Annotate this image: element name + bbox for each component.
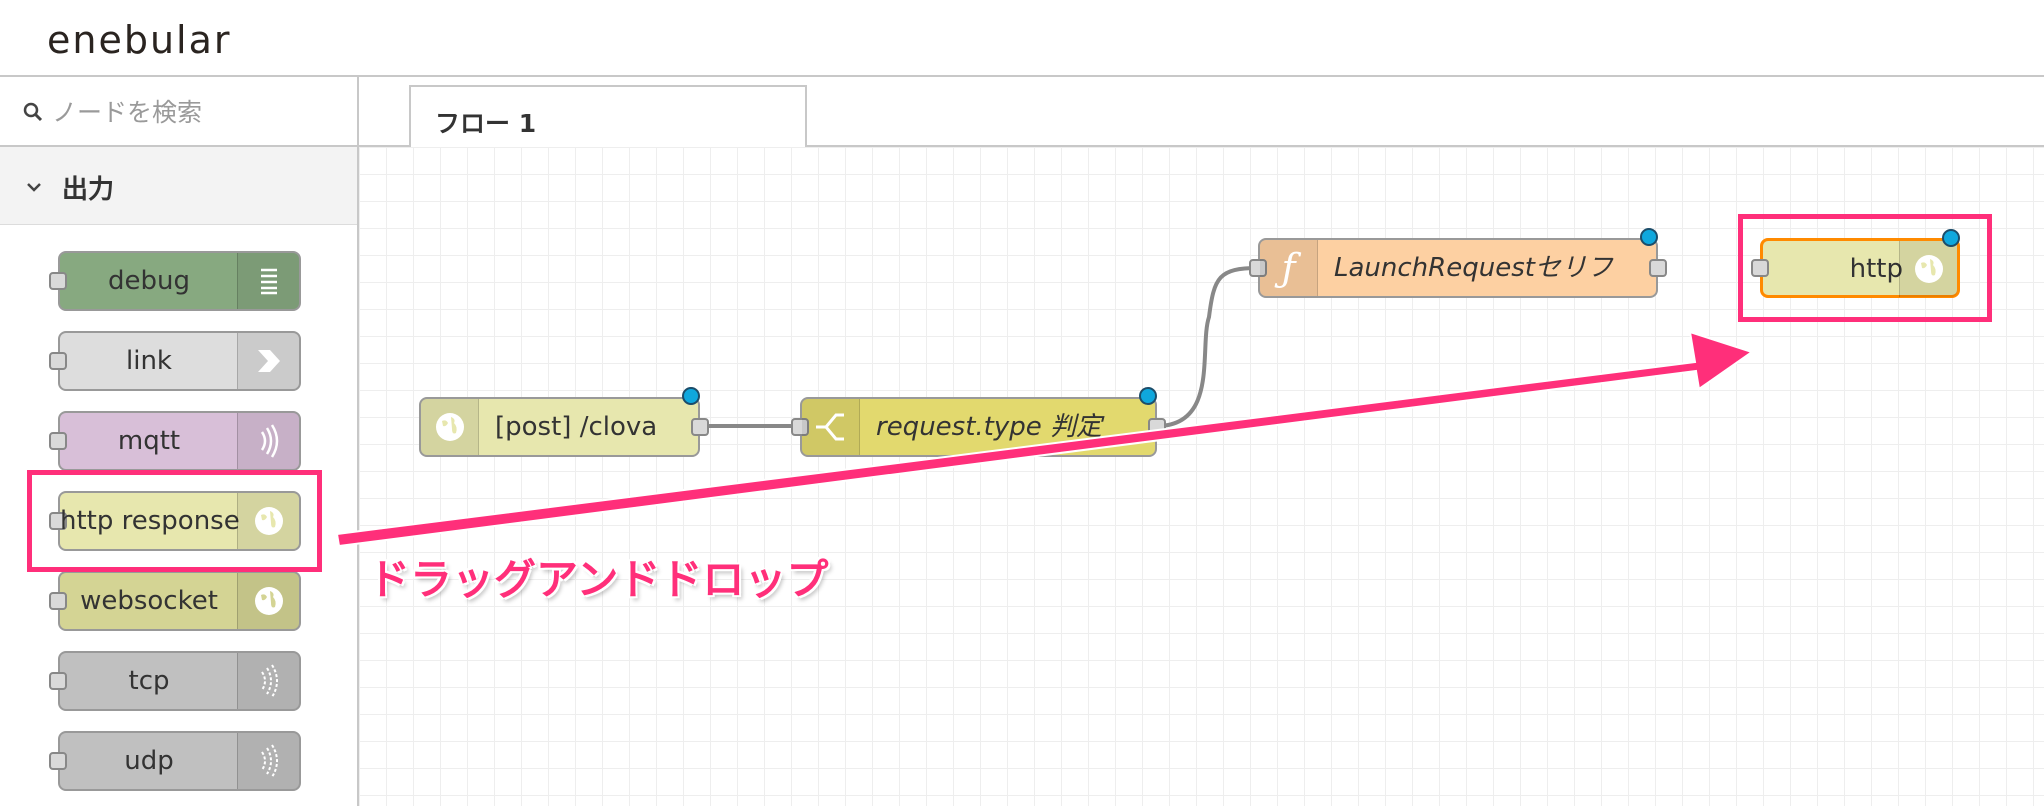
output-port[interactable] <box>1148 418 1166 436</box>
palette-node-mqtt[interactable]: mqtt <box>49 411 301 471</box>
palette-node-debug[interactable]: debug <box>49 251 301 311</box>
drag-and-drop-caption: ドラッグアンドドロップ <box>368 555 829 604</box>
globe-icon <box>237 573 299 629</box>
palette-node-websocket[interactable]: websocket <box>49 571 301 631</box>
globe-icon <box>421 399 479 455</box>
palette-search <box>0 77 357 147</box>
node-label: mqtt <box>117 426 181 456</box>
tab-flow-1[interactable]: フロー 1 <box>409 85 807 149</box>
palette-category-output[interactable]: 出力 <box>0 147 357 225</box>
app-header: enebular <box>0 0 2044 77</box>
search-icon <box>23 102 43 122</box>
highlight-box-dropped-node <box>1738 214 1992 322</box>
palette-node-tcp[interactable]: tcp <box>49 651 301 711</box>
workspace: フロー 1 [post] /clova request.type 判定 ƒ La… <box>359 77 2044 806</box>
node-label: LaunchRequestセリフ <box>1334 253 1613 283</box>
category-label: 出力 <box>62 175 115 205</box>
node-label: request.type 判定 <box>876 412 1103 442</box>
node-switch[interactable]: request.type 判定 <box>791 387 1166 457</box>
changed-indicator <box>1640 228 1658 246</box>
tab-label: フロー 1 <box>435 109 537 138</box>
highlight-box-palette <box>27 470 322 572</box>
search-input[interactable] <box>52 91 342 133</box>
node-label: tcp <box>128 666 170 696</box>
output-port[interactable] <box>691 418 709 436</box>
node-label: debug <box>108 266 190 296</box>
output-port[interactable] <box>1649 259 1667 277</box>
node-function[interactable]: ƒ LaunchRequestセリフ <box>1249 228 1667 298</box>
wire[interactable] <box>1156 266 1259 428</box>
flow-tab-bar: フロー 1 <box>359 77 2044 149</box>
node-http-in[interactable]: [post] /clova <box>419 387 709 457</box>
changed-indicator <box>682 387 700 405</box>
node-label: websocket <box>80 586 218 616</box>
node-palette: 出力 debug link mqtt http response <box>0 77 359 806</box>
changed-indicator <box>1139 387 1157 405</box>
debug-icon <box>237 253 299 309</box>
app-logo: enebular <box>47 18 232 62</box>
palette-node-link[interactable]: link <box>49 331 301 391</box>
palette-node-udp[interactable]: udp <box>49 731 301 791</box>
function-icon: ƒ <box>1260 240 1318 296</box>
bridge-wave-icon <box>237 653 299 709</box>
node-label: [post] /clova <box>495 412 658 442</box>
link-arrow-icon <box>237 333 299 389</box>
chevron-down-icon <box>27 183 41 192</box>
switch-icon <box>802 399 860 455</box>
bridge-wave-icon <box>237 413 299 469</box>
node-label: udp <box>124 746 174 776</box>
bridge-wave-icon <box>237 733 299 789</box>
node-label: link <box>126 346 172 376</box>
